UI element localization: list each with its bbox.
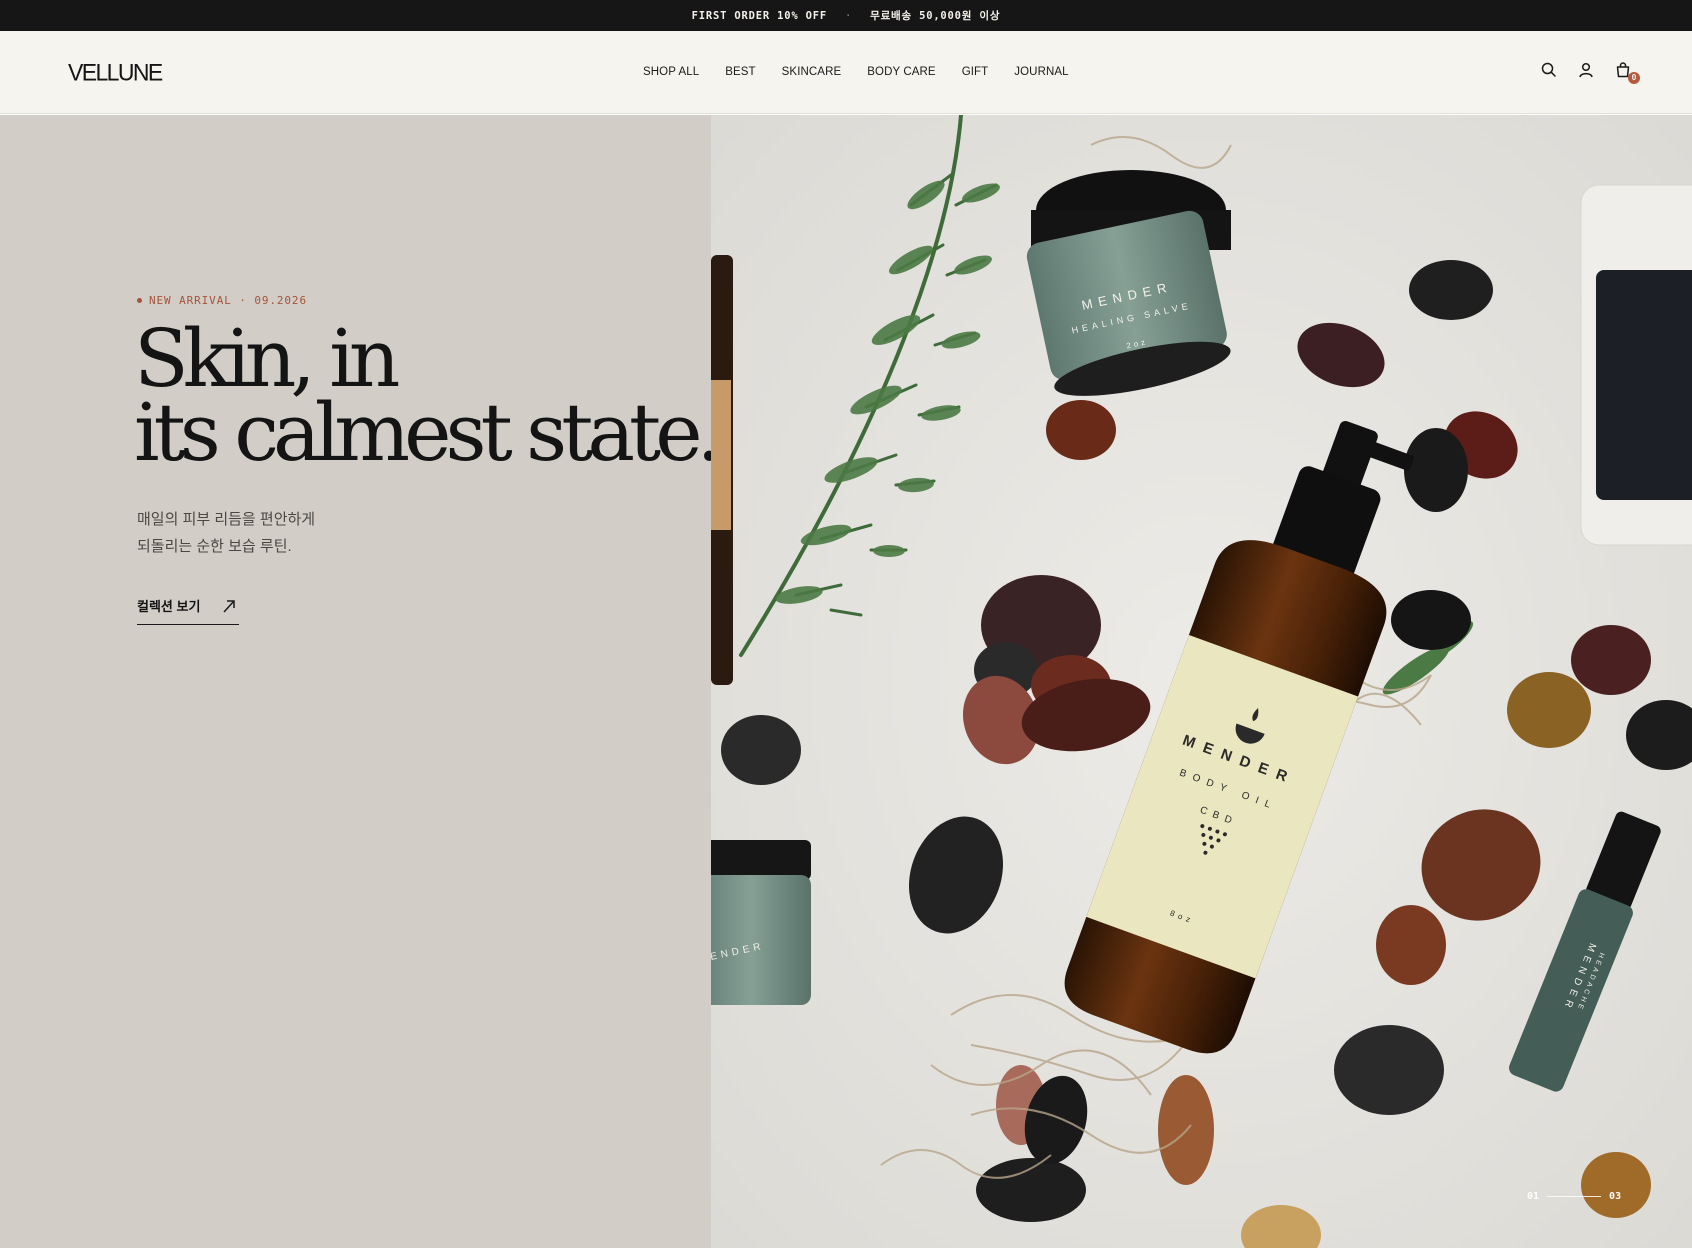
announcement-bar: FIRST ORDER 10% OFF · 무료배송 50,000원 이상 bbox=[0, 0, 1692, 31]
brand-logo[interactable]: VELLUNE bbox=[68, 58, 163, 86]
subtitle-line-1: 매일의 피부 리듬을 편안하게 bbox=[137, 511, 316, 528]
nav-shop-all[interactable]: SHOP ALL bbox=[643, 66, 699, 78]
header-icons: 0 bbox=[1540, 61, 1640, 84]
search-icon[interactable] bbox=[1540, 61, 1558, 79]
product-flatlay-illustration: ENDER MENDER HEALING SALVE 2oz MENDER BO… bbox=[711, 115, 1692, 1248]
slide-total: 03 bbox=[1609, 1191, 1622, 1202]
slide-progress-line bbox=[1547, 1196, 1602, 1197]
nav-journal[interactable]: JOURNAL bbox=[1014, 66, 1068, 78]
announcement-shipping: 무료배송 50,000원 이상 bbox=[870, 10, 1001, 22]
account-icon[interactable] bbox=[1577, 61, 1595, 79]
nav-best[interactable]: BEST bbox=[725, 66, 755, 78]
hero-eyebrow: NEW ARRIVAL · 09.2026 bbox=[137, 294, 307, 307]
headline-line-1: Skin, in bbox=[134, 312, 400, 405]
arrow-up-right-icon bbox=[223, 600, 235, 613]
hero-text-panel bbox=[0, 115, 711, 1248]
cart-icon[interactable]: 0 bbox=[1614, 61, 1640, 84]
eyebrow-dot-icon bbox=[137, 298, 142, 303]
eyebrow-text: NEW ARRIVAL · 09.2026 bbox=[149, 294, 307, 307]
subtitle-line-2: 되돌리는 순한 보습 루틴. bbox=[137, 538, 292, 555]
main-nav: SHOP ALL BEST SKINCARE BODY CARE GIFT JO… bbox=[643, 66, 1069, 78]
hero-subtitle: 매일의 피부 리듬을 편안하게 되돌리는 순한 보습 루틴. bbox=[137, 506, 315, 560]
hero-product-image: ENDER MENDER HEALING SALVE 2oz MENDER BO… bbox=[711, 115, 1692, 1248]
announcement-separator: · bbox=[844, 9, 853, 22]
nav-body-care[interactable]: BODY CARE bbox=[867, 66, 935, 78]
slide-pager[interactable]: 01 03 bbox=[1527, 1191, 1621, 1202]
slide-current: 01 bbox=[1527, 1191, 1540, 1202]
site-header: VELLUNE SHOP ALL BEST SKINCARE BODY CARE… bbox=[0, 31, 1692, 114]
partial-salve-jar-left: ENDER bbox=[711, 840, 811, 1005]
hero-headline: Skin, in its calmest state. bbox=[134, 312, 722, 479]
nav-gift[interactable]: GIFT bbox=[962, 66, 989, 78]
cta-label: 컬렉션 보기 bbox=[137, 599, 201, 614]
nav-skincare[interactable]: SKINCARE bbox=[782, 66, 842, 78]
view-collection-link[interactable]: 컬렉션 보기 bbox=[137, 596, 239, 625]
cart-count-badge: 0 bbox=[1628, 72, 1640, 84]
deodorant-stick-right bbox=[1580, 184, 1692, 546]
headline-line-2: its calmest state. bbox=[134, 386, 722, 479]
announcement-offer: FIRST ORDER 10% OFF bbox=[691, 9, 827, 22]
